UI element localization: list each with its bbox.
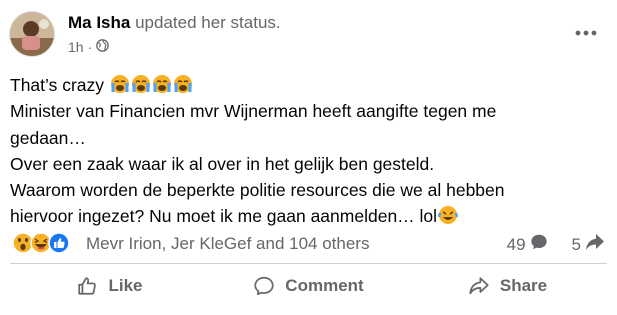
shares-count[interactable]: 5 [572, 235, 581, 255]
post-body: That’s crazy Minister van Financien mvr … [10, 72, 570, 230]
post-time[interactable]: 1h [68, 39, 84, 55]
engagement-counts: 49 5 [507, 233, 605, 256]
status-post: Ma Isha updated her status. 1h · That’s … [0, 0, 617, 315]
more-options-icon[interactable] [573, 20, 599, 46]
reaction-names[interactable]: Mevr Irion, Jer KleGef and 104 others [86, 234, 369, 254]
comment-icon [254, 276, 274, 296]
post-line: Minister van Financien mvr Wijnerman hee… [10, 101, 497, 122]
thumbs-up-icon [78, 277, 97, 295]
post-action-text: updated her status. [135, 13, 281, 32]
post-line: Waarom worden de beperkte politie resour… [10, 180, 505, 201]
post-line: hiervoor ingezet? Nu moet ik me gaan aan… [10, 203, 570, 229]
share-button[interactable]: Share [408, 266, 607, 306]
share-arrow-icon[interactable] [585, 233, 605, 256]
like-label: Like [108, 276, 143, 295]
comment-button[interactable]: Comment [209, 266, 408, 306]
share-label: Share [499, 276, 548, 295]
crying-emoji-icon [131, 75, 150, 93]
post-line: That’s crazy [10, 72, 570, 98]
like-reaction-icon [48, 232, 70, 254]
divider [10, 263, 607, 264]
share-icon [469, 277, 489, 295]
action-bar: Like Comment Share [10, 266, 607, 306]
comment-bubble-icon[interactable] [530, 233, 548, 256]
like-button[interactable]: Like [10, 266, 209, 306]
post-meta: 1h · [68, 39, 110, 55]
post-line: gedaan… [10, 127, 86, 148]
rofl-emoji-icon [438, 206, 459, 225]
globe-icon[interactable] [96, 39, 110, 55]
crying-emoji-icon [152, 75, 171, 93]
author-line: Ma Isha updated her status. [68, 13, 281, 33]
comment-label: Comment [285, 276, 364, 295]
comments-count[interactable]: 49 [507, 235, 526, 255]
meta-separator: · [87, 39, 93, 55]
avatar[interactable] [10, 12, 54, 56]
post-line: Over een zaak waar ik al over in het gel… [10, 153, 435, 174]
reactions-bar: Mevr Irion, Jer KleGef and 104 others 49… [10, 230, 607, 258]
crying-emoji-icon [110, 75, 129, 93]
author-name[interactable]: Ma Isha [68, 13, 130, 32]
crying-emoji-icon [173, 75, 192, 93]
post-header: Ma Isha updated her status. 1h · [10, 10, 607, 60]
